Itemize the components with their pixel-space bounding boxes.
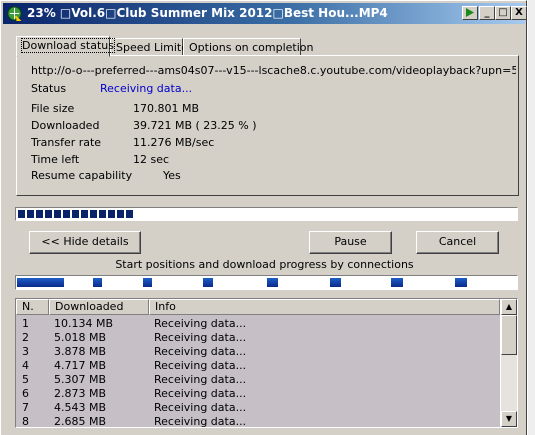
row-number: 5 bbox=[22, 373, 29, 386]
column-header-downloaded[interactable]: Downloaded bbox=[49, 299, 149, 315]
row-downloaded: 2.873 MB bbox=[54, 387, 107, 400]
progress-block bbox=[90, 210, 97, 218]
progress-block bbox=[54, 210, 61, 218]
arrow-down-icon[interactable]: ▼ bbox=[501, 411, 517, 427]
file-size-value: 170.801 MB bbox=[133, 102, 200, 115]
app-globe-icon bbox=[7, 6, 22, 21]
row-downloaded: 2.685 MB bbox=[54, 415, 107, 428]
row-number: 8 bbox=[22, 415, 29, 428]
file-size-label: File size bbox=[31, 102, 75, 115]
row-number: 4 bbox=[22, 359, 29, 372]
progress-fill bbox=[18, 210, 135, 218]
transfer-rate-value: 11.276 MB/sec bbox=[133, 136, 215, 149]
row-info: Receiving data... bbox=[154, 401, 247, 414]
connection-segment bbox=[93, 278, 102, 287]
table-row[interactable]: 8 2.685 MB Receiving data... bbox=[16, 415, 500, 428]
progress-block bbox=[27, 210, 34, 218]
progress-block bbox=[117, 210, 124, 218]
row-info: Receiving data... bbox=[154, 331, 247, 344]
row-downloaded: 4.543 MB bbox=[54, 401, 107, 414]
connection-segment bbox=[330, 278, 341, 287]
progress-block bbox=[18, 210, 25, 218]
row-number: 1 bbox=[22, 317, 29, 330]
table-row[interactable]: 4 4.717 MB Receiving data... bbox=[16, 359, 500, 373]
tab-speed-limiter[interactable]: Speed Limiter bbox=[110, 38, 193, 56]
progress-block bbox=[99, 210, 106, 218]
minimize-button[interactable]: _ bbox=[479, 6, 495, 20]
row-number: 6 bbox=[22, 387, 29, 400]
downloaded-value: 39.721 MB ( 23.25 % ) bbox=[133, 119, 257, 132]
row-info: Receiving data... bbox=[154, 359, 247, 372]
table-row[interactable]: 1 10.134 MB Receiving data... bbox=[16, 317, 500, 331]
connections-caption: Start positions and download progress by… bbox=[115, 258, 414, 271]
row-downloaded: 5.018 MB bbox=[54, 331, 107, 344]
scrollbar-thumb[interactable] bbox=[501, 315, 517, 355]
table-row[interactable]: 7 4.543 MB Receiving data... bbox=[16, 401, 500, 415]
row-downloaded: 4.717 MB bbox=[54, 359, 107, 372]
row-number: 3 bbox=[22, 345, 29, 358]
row-number: 7 bbox=[22, 401, 29, 414]
progress-block bbox=[81, 210, 88, 218]
status-label: Status bbox=[31, 82, 67, 95]
table-row[interactable]: 5 5.307 MB Receiving data... bbox=[16, 373, 500, 387]
background-window-strip bbox=[528, 0, 535, 435]
cancel-button[interactable]: Cancel bbox=[416, 231, 499, 254]
download-window: 23% □Vol.6□Club Summer Mix 2012□Best Hou… bbox=[0, 0, 527, 435]
title-bar[interactable]: 23% □Vol.6□Club Summer Mix 2012□Best Hou… bbox=[3, 3, 527, 24]
row-downloaded: 5.307 MB bbox=[54, 373, 107, 386]
downloaded-label: Downloaded bbox=[31, 119, 100, 132]
time-left-label: Time left bbox=[31, 153, 80, 166]
window-title: 23% □Vol.6□Club Summer Mix 2012□Best Hou… bbox=[27, 6, 388, 20]
tab-download-status[interactable]: Download status bbox=[16, 36, 115, 57]
progress-block bbox=[126, 210, 133, 218]
pause-button[interactable]: Pause bbox=[309, 231, 392, 254]
download-progress-bar bbox=[15, 207, 518, 221]
row-downloaded: 10.134 MB bbox=[54, 317, 114, 330]
progress-block bbox=[72, 210, 79, 218]
table-row[interactable]: 6 2.873 MB Receiving data... bbox=[16, 387, 500, 401]
row-info: Receiving data... bbox=[154, 317, 247, 330]
download-arrow-icon[interactable] bbox=[462, 6, 478, 20]
row-downloaded: 3.878 MB bbox=[54, 345, 107, 358]
column-header-n[interactable]: N. bbox=[16, 299, 49, 315]
connection-segment bbox=[267, 278, 278, 287]
progress-block bbox=[63, 210, 70, 218]
row-info: Receiving data... bbox=[154, 345, 247, 358]
resume-capability-label: Resume capability bbox=[31, 169, 133, 182]
connection-segment bbox=[17, 278, 64, 287]
resume-capability-value: Yes bbox=[163, 169, 181, 182]
table-row[interactable]: 2 5.018 MB Receiving data... bbox=[16, 331, 500, 345]
connection-segment bbox=[455, 278, 467, 287]
list-scrollbar[interactable]: ▲ ▼ bbox=[501, 299, 517, 427]
row-number: 2 bbox=[22, 331, 29, 344]
column-header-info[interactable]: Info bbox=[149, 299, 500, 315]
status-value: Receiving data... bbox=[100, 82, 193, 95]
connections-list[interactable]: N. Downloaded Info 1 10.134 MB Receiving d… bbox=[15, 298, 518, 428]
list-body: 1 10.134 MB Receiving data... 2 5.018 MB Rece… bbox=[16, 315, 500, 427]
time-left-value: 12 sec bbox=[133, 153, 170, 166]
connection-segment bbox=[203, 278, 213, 287]
arrow-up-icon[interactable]: ▲ bbox=[501, 299, 517, 315]
table-row[interactable]: 3 3.878 MB Receiving data... bbox=[16, 345, 500, 359]
download-url: http://o-o---preferred---ams04s07---v15-… bbox=[31, 64, 516, 77]
status-panel: http://o-o---preferred---ams04s07---v15-… bbox=[16, 55, 519, 196]
close-button[interactable]: X bbox=[511, 6, 527, 20]
maximize-button[interactable]: □ bbox=[495, 6, 511, 20]
hide-details-button[interactable]: << Hide details bbox=[29, 231, 141, 254]
row-info: Receiving data... bbox=[154, 387, 247, 400]
tab-options-on-completion[interactable]: Options on completion bbox=[183, 38, 314, 56]
progress-block bbox=[45, 210, 52, 218]
connections-progress-bar bbox=[15, 275, 518, 290]
connection-segment bbox=[143, 278, 152, 287]
row-info: Receiving data... bbox=[154, 373, 247, 386]
progress-block bbox=[108, 210, 115, 218]
connection-segment bbox=[391, 278, 403, 287]
progress-block bbox=[36, 210, 43, 218]
list-header: N. Downloaded Info bbox=[16, 299, 500, 315]
transfer-rate-label: Transfer rate bbox=[31, 136, 102, 149]
row-info: Receiving data... bbox=[154, 415, 247, 428]
